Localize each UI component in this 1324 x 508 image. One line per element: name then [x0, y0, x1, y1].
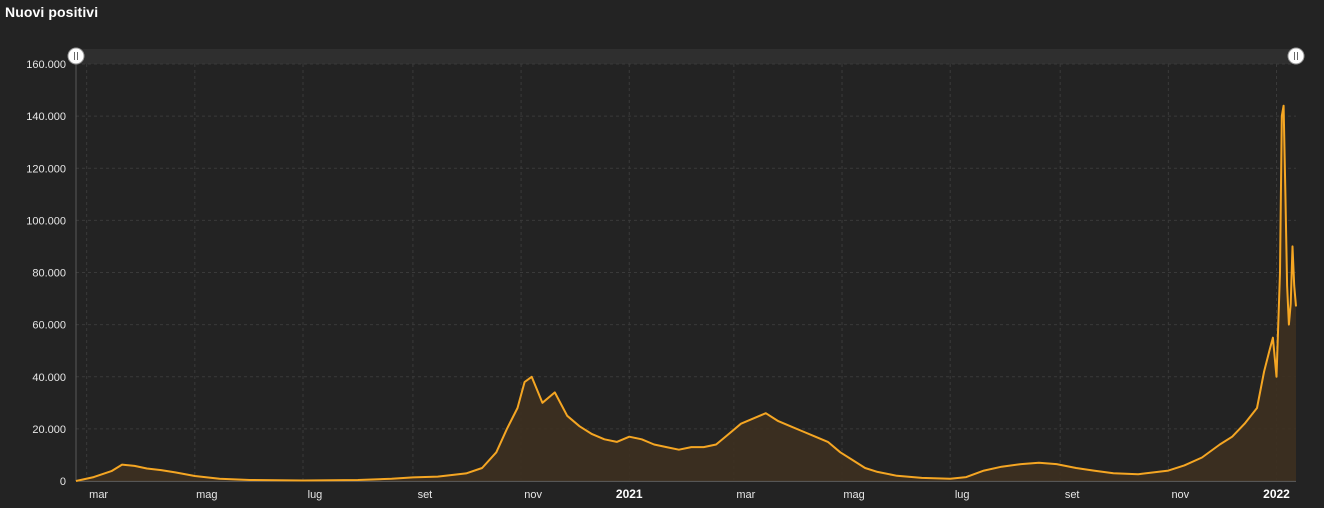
y-tick-label: 120.000 — [26, 163, 66, 175]
range-handle-left[interactable] — [67, 47, 85, 65]
x-tick-label: lug — [955, 489, 970, 501]
x-tick-label: 2022 — [1263, 487, 1290, 501]
x-tick-label: set — [418, 489, 433, 501]
x-tick-label: lug — [308, 489, 323, 501]
x-tick-label: mar — [736, 489, 755, 501]
y-tick-label: 80.000 — [32, 268, 66, 280]
y-tick-label: 0 — [60, 476, 66, 488]
x-tick-label: nov — [1171, 489, 1189, 501]
series-area — [76, 105, 1296, 481]
navigator-band — [76, 49, 1296, 64]
x-tick-label: nov — [524, 489, 542, 501]
x-tick-label: 2021 — [616, 487, 643, 501]
y-tick-label: 140.000 — [26, 111, 66, 123]
x-tick-label: set — [1065, 489, 1080, 501]
range-handle-right[interactable] — [1287, 47, 1305, 65]
y-tick-label: 160.000 — [26, 59, 66, 71]
x-tick-label: mag — [843, 489, 864, 501]
y-tick-label: 60.000 — [32, 320, 66, 332]
series-line — [75, 104, 1297, 482]
y-tick-label: 100.000 — [26, 215, 66, 227]
x-tick-label: mar — [89, 489, 108, 501]
y-tick-label: 40.000 — [32, 372, 66, 384]
y-tick-label: 20.000 — [32, 424, 66, 436]
handle-knob — [67, 47, 85, 65]
handle-knob — [1287, 47, 1305, 65]
x-tick-label: mag — [196, 489, 217, 501]
line-chart: 0 20.000 40.000 60.000 80.000 100.000 120.000 1… — [26, 47, 1305, 501]
